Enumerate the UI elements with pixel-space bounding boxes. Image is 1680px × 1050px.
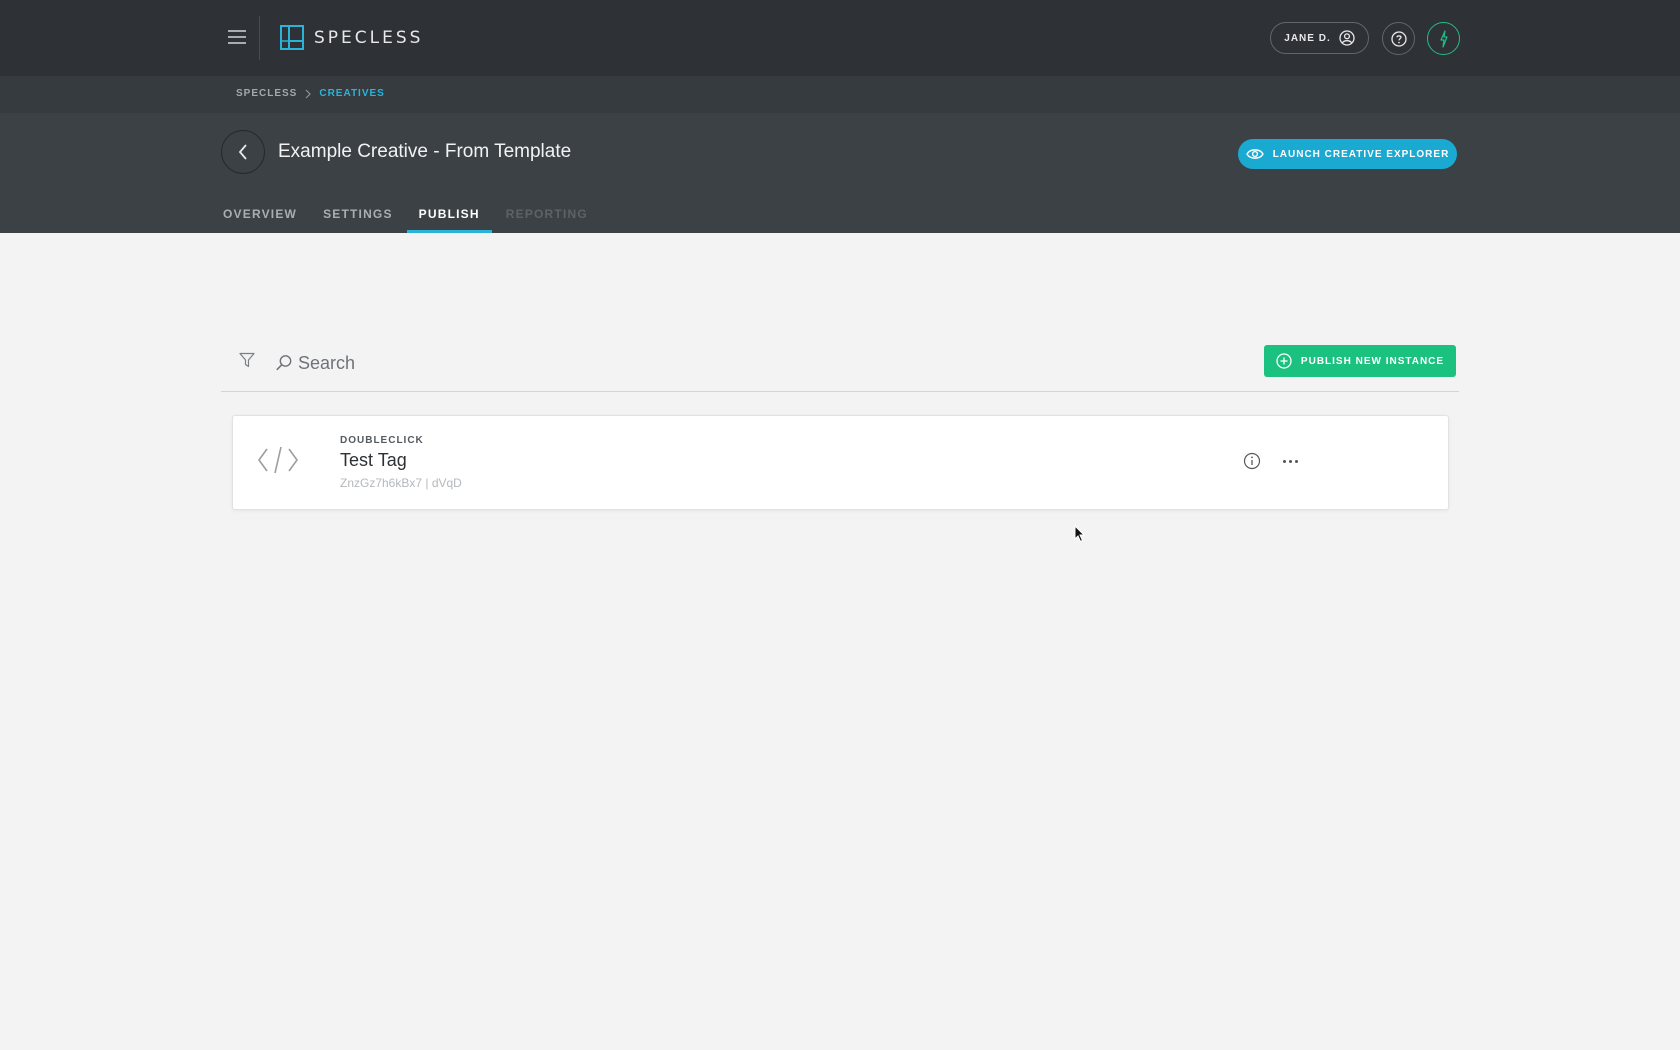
plus-circle-icon [1276,353,1292,369]
instance-provider: DOUBLECLICK [340,435,424,446]
lightning-bolt-icon [1439,29,1448,48]
instance-name: Test Tag [340,450,407,470]
search-input[interactable] [298,350,898,376]
user-name-label: JANE D. [1284,32,1331,44]
breadcrumb-bar: SPECLESS CREATIVES [0,76,1680,113]
filter-icon[interactable] [239,352,255,373]
breadcrumb-current[interactable]: CREATIVES [319,88,385,99]
nav-divider [259,16,260,60]
tab-settings[interactable]: SETTINGS [311,203,405,233]
publish-label: PUBLISH NEW INSTANCE [1300,355,1445,367]
info-icon[interactable] [1243,452,1261,475]
launch-label: LAUNCH CREATIVE EXPLORER [1272,148,1450,160]
user-avatar-icon [1339,30,1355,46]
publish-new-instance-button[interactable]: PUBLISH NEW INSTANCE [1264,345,1456,377]
activity-button[interactable] [1427,22,1460,55]
tab-reporting: REPORTING [505,207,588,221]
breadcrumb-root-link[interactable]: SPECLESS [236,88,297,99]
toolbar-divider [221,391,1459,392]
mouse-cursor-icon [1074,525,1086,543]
chevron-right-icon [305,89,312,99]
question-icon [1390,30,1407,47]
page-title: Example Creative - From Template [278,141,572,162]
app-name: SPECLESS [314,27,424,48]
more-options-icon[interactable] [1279,452,1301,470]
instance-id: ZnzGz7h6kBx7 | dVqD [340,476,462,490]
tab-publish[interactable]: PUBLISH [406,203,492,233]
chevron-left-icon [238,144,247,160]
code-icon [257,444,299,481]
help-button[interactable] [1382,22,1415,55]
list-item[interactable]: DOUBLECLICK Test Tag ZnzGz7h6kBx7 | dVqD [232,415,1449,510]
launch-creative-explorer-button[interactable]: LAUNCH CREATIVE EXPLORER [1238,139,1457,169]
app-logo[interactable]: SPECLESS [280,25,423,50]
page-header: Example Creative - From Template LAUNCH … [0,113,1680,233]
top-nav-bar: SPECLESS JANE D. [0,0,1680,76]
search-icon [275,354,293,377]
tab-overview[interactable]: OVERVIEW [222,203,309,233]
eye-icon [1245,149,1264,159]
logo-icon [280,25,304,50]
breadcrumb: SPECLESS CREATIVES [236,88,385,99]
user-menu-button[interactable]: JANE D. [1270,22,1369,54]
hamburger-menu-icon[interactable] [222,26,252,50]
tab-bar: OVERVIEW SETTINGS PUBLISH REPORTING [222,203,602,233]
back-button[interactable] [221,130,265,174]
